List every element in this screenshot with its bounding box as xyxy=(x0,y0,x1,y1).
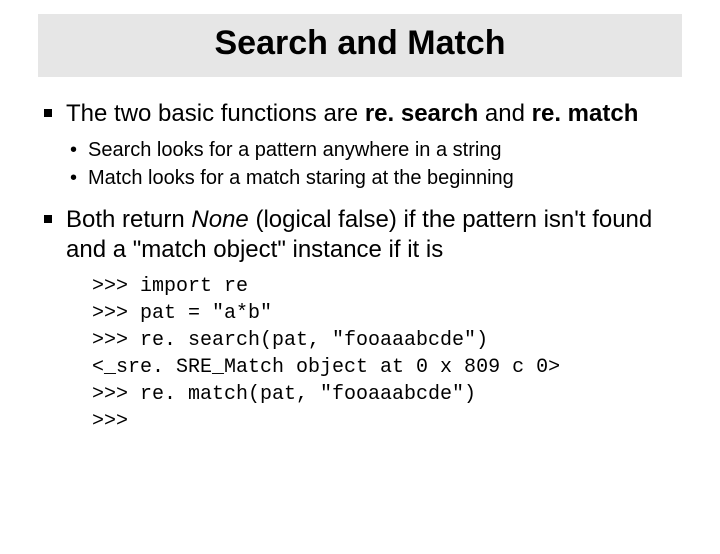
bullet-text: The two basic functions are xyxy=(66,100,365,127)
sub-bullet-list: Search looks for a pattern anywhere in a… xyxy=(66,137,682,191)
sub-bullet-item: Match looks for a match staring at the b… xyxy=(70,165,682,191)
sub-bullet-item: Search looks for a pattern anywhere in a… xyxy=(70,137,682,163)
bullet-list: The two basic functions are re. search a… xyxy=(44,99,682,435)
code-block: >>> import re >>> pat = "a*b" >>> re. se… xyxy=(92,273,682,435)
bullet-item: The two basic functions are re. search a… xyxy=(44,99,682,191)
slide: Search and Match The two basic functions… xyxy=(0,14,720,554)
slide-title: Search and Match xyxy=(38,24,682,63)
bullet-text: and xyxy=(478,100,531,127)
bullet-item: Both return None (logical false) if the … xyxy=(44,205,682,435)
bullet-text: Both return xyxy=(66,206,191,233)
bullet-italic: None xyxy=(191,206,248,233)
bullet-bold: re. match xyxy=(532,100,639,127)
title-bar: Search and Match xyxy=(38,14,682,77)
bullet-bold: re. search xyxy=(365,100,478,127)
